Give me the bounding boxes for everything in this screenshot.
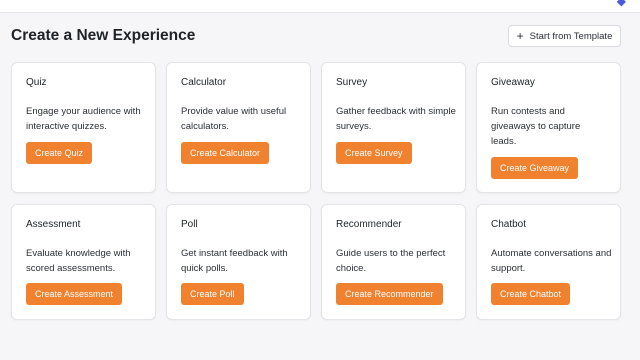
- card-chatbot[interactable]: Chatbot Automate conversations and suppo…: [476, 204, 621, 320]
- card-title: Assessment: [26, 219, 81, 230]
- page-title: Create a New Experience: [11, 27, 196, 44]
- card-title: Poll: [181, 219, 198, 230]
- card-description: Run contests and giveaways to capture le…: [491, 106, 581, 147]
- card-description: Get instant feedback with quick polls.: [181, 248, 288, 274]
- plus-icon: +: [516, 28, 524, 43]
- card-title: Quiz: [26, 77, 47, 88]
- card-quiz[interactable]: Quiz Engage your audience with interacti…: [11, 62, 156, 193]
- card-survey[interactable]: Survey Gather feedback with simple surve…: [321, 62, 466, 193]
- card-description: Gather feedback with simple surveys.: [336, 106, 456, 132]
- card-title: Recommender: [336, 219, 402, 230]
- card-description: Guide users to the perfect choice.: [336, 248, 446, 274]
- card-title: Survey: [336, 77, 368, 88]
- card-giveaway[interactable]: Giveaway Run contests and giveaways to c…: [476, 62, 621, 193]
- create-quiz-button[interactable]: Create Quiz: [26, 142, 93, 164]
- start-from-template-label: Start from Template: [529, 30, 613, 42]
- card-title: Chatbot: [491, 219, 527, 230]
- card-description: Provide value with useful calculators.: [181, 106, 287, 132]
- create-chatbot-button[interactable]: Create Chatbot: [491, 283, 571, 305]
- card-title: Calculator: [181, 77, 227, 88]
- create-giveaway-button[interactable]: Create Giveaway: [491, 157, 579, 179]
- card-description: Automate conversations and support.: [491, 248, 612, 274]
- create-poll-button[interactable]: Create Poll: [181, 283, 244, 305]
- create-assessment-button[interactable]: Create Assessment: [26, 283, 123, 305]
- card-title: Giveaway: [491, 77, 535, 88]
- top-nav-bar: ◆: [0, 0, 640, 13]
- start-from-template-button[interactable]: + Start from Template: [508, 25, 621, 47]
- card-description: Engage your audience with interactive qu…: [26, 106, 141, 132]
- nav-icon[interactable]: ◆: [617, 0, 626, 8]
- card-poll[interactable]: Poll Get instant feedback with quick pol…: [166, 204, 311, 320]
- create-survey-button[interactable]: Create Survey: [336, 142, 412, 164]
- card-description: Evaluate knowledge with scored assessmen…: [26, 248, 131, 274]
- card-recommender[interactable]: Recommender Guide users to the perfect c…: [321, 204, 466, 320]
- create-recommender-button[interactable]: Create Recommender: [336, 283, 443, 305]
- card-assessment[interactable]: Assessment Evaluate knowledge with score…: [11, 204, 156, 320]
- card-calculator[interactable]: Calculator Provide value with useful cal…: [166, 62, 311, 193]
- create-calculator-button[interactable]: Create Calculator: [181, 142, 270, 164]
